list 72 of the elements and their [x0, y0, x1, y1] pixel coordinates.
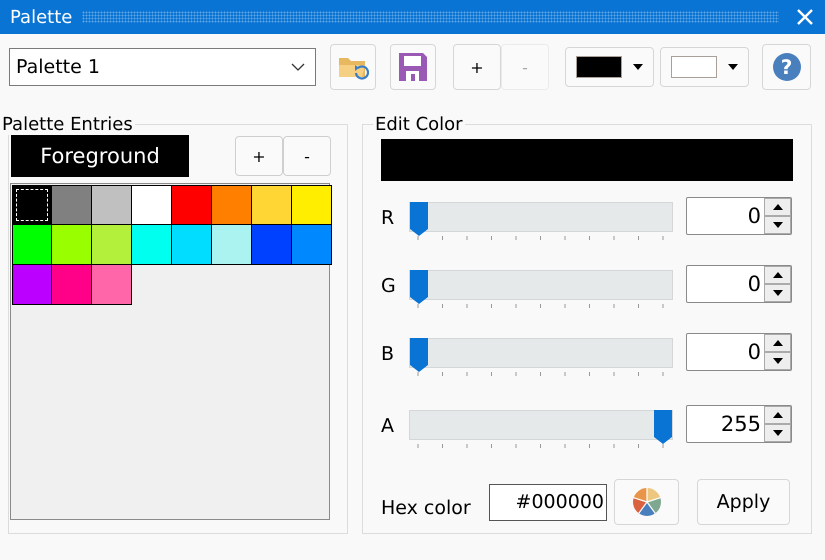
color-swatch[interactable]: [12, 264, 52, 305]
save-button[interactable]: [390, 44, 436, 90]
color-swatch[interactable]: [131, 224, 172, 265]
chevron-down-icon: [291, 63, 305, 71]
slider-thumb[interactable]: [410, 338, 428, 372]
color-swatch[interactable]: [211, 224, 252, 265]
color-swatch[interactable]: [12, 224, 52, 265]
save-icon: [398, 52, 428, 82]
channel-label: B: [381, 342, 396, 365]
slider-thumb[interactable]: [654, 410, 672, 444]
channel-label: G: [381, 274, 397, 297]
target-label: Foreground: [11, 135, 189, 177]
spin-up-button[interactable]: [764, 334, 791, 352]
slider-thumb[interactable]: [410, 202, 428, 236]
spin-down-button[interactable]: [764, 352, 791, 370]
close-button[interactable]: [795, 7, 815, 27]
channel-label: R: [381, 206, 396, 229]
color-swatch[interactable]: [211, 185, 252, 225]
spin-up-button[interactable]: [764, 198, 791, 216]
color-swatch[interactable]: [51, 185, 92, 225]
slider-thumb[interactable]: [410, 270, 428, 304]
color-swatch[interactable]: [91, 224, 132, 265]
add-button[interactable]: +: [453, 44, 501, 90]
close-icon: [796, 8, 814, 26]
spin-up-button[interactable]: [764, 406, 791, 424]
up-arrow-icon: [772, 412, 782, 418]
color-picker-button[interactable]: [614, 479, 679, 525]
down-arrow-icon: [772, 290, 782, 296]
spin-down-button[interactable]: [764, 424, 791, 442]
help-button[interactable]: ?: [762, 44, 811, 90]
pie-chart-icon: [632, 487, 662, 517]
channel-label: A: [381, 414, 395, 437]
group-title: Palette Entries: [1, 114, 134, 135]
hex-field[interactable]: #000000: [489, 484, 607, 520]
palette-dropdown[interactable]: Palette 1: [9, 48, 316, 86]
spin-down-button[interactable]: [764, 284, 791, 302]
color-swatch[interactable]: [171, 224, 212, 265]
down-arrow-icon: [772, 430, 782, 436]
up-arrow-icon: [772, 204, 782, 210]
color-swatch[interactable]: [291, 185, 332, 225]
spin-box[interactable]: 255: [686, 405, 792, 443]
open-button[interactable]: [330, 44, 376, 90]
spin-box[interactable]: 0: [686, 197, 792, 235]
color-swatch[interactable]: [131, 185, 172, 225]
color-swatch[interactable]: [91, 185, 132, 225]
window-title: Palette: [10, 6, 72, 28]
color-swatch[interactable]: [171, 185, 212, 225]
apply-button[interactable]: Apply: [697, 479, 790, 525]
spin-up-button[interactable]: [764, 266, 791, 284]
foreground-color-dropdown[interactable]: [565, 47, 654, 87]
down-arrow-icon: [772, 222, 782, 228]
caret-icon: [728, 64, 738, 70]
group-title: Edit Color: [374, 114, 464, 135]
color-swatch[interactable]: [51, 224, 92, 265]
color-swatch[interactable]: [291, 224, 332, 265]
down-arrow-icon: [772, 358, 782, 364]
remove-button[interactable]: -: [283, 136, 331, 176]
help-icon: ?: [772, 53, 800, 81]
up-arrow-icon: [772, 272, 782, 278]
color-swatch[interactable]: [251, 224, 292, 265]
color-swatch[interactable]: [251, 185, 292, 225]
background-color-dropdown[interactable]: [660, 47, 749, 87]
hex-label: Hex color: [381, 497, 472, 519]
add-button[interactable]: +: [235, 136, 283, 176]
spin-box[interactable]: 0: [686, 333, 792, 371]
spin-box[interactable]: 0: [686, 265, 792, 303]
color-swatch[interactable]: [91, 264, 132, 305]
caret-icon: [633, 64, 643, 70]
up-arrow-icon: [772, 340, 782, 346]
color-swatch[interactable]: [51, 264, 92, 305]
spin-down-button[interactable]: [764, 216, 791, 234]
color-swatch[interactable]: [12, 185, 52, 225]
